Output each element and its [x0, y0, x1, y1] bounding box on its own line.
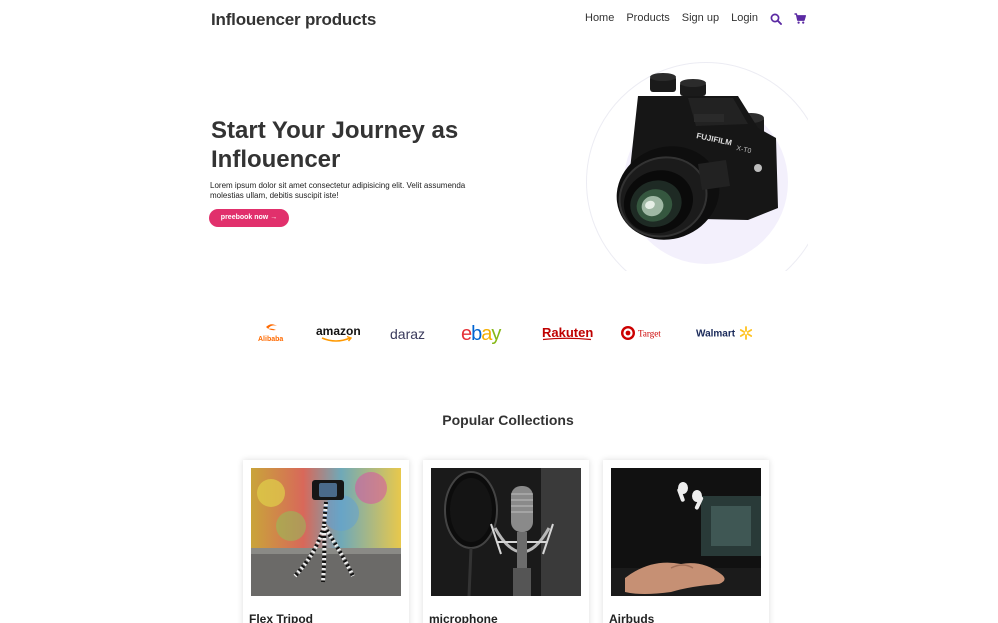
svg-text:ebay: ebay — [461, 323, 501, 345]
svg-text:daraz: daraz — [390, 326, 425, 342]
nav-login-link[interactable]: Login — [731, 12, 758, 24]
hero-title-line1: Start Your Journey as — [211, 117, 459, 144]
airbuds-image — [611, 468, 761, 596]
product-name: Airbuds — [609, 612, 655, 623]
cart-icon[interactable] — [794, 12, 806, 24]
walmart-logo: Walmart — [694, 318, 754, 348]
svg-text:Alibaba: Alibaba — [258, 336, 283, 343]
amazon-logo: amazon — [314, 318, 360, 348]
nav-products-link[interactable]: Products — [626, 12, 669, 24]
camera-image: FUJIFILM X-T0 — [616, 73, 778, 240]
nav-links: Home Products Sign up Login — [573, 12, 806, 25]
product-name: Flex Tripod — [249, 612, 314, 623]
hero-description: Lorem ipsum dolor sit amet consectetur a… — [210, 181, 466, 200]
product-name: microphone — [429, 612, 498, 623]
product-card-flex-tripod[interactable]: Flex Tripod — [243, 460, 409, 623]
flex-tripod-image — [251, 468, 401, 596]
nav-home-link[interactable]: Home — [585, 12, 614, 24]
rakuten-logo: Rakuten — [540, 318, 594, 348]
svg-text:amazon: amazon — [316, 324, 360, 338]
top-navbar: Inflouencer products Home Products Sign … — [0, 0, 998, 40]
daraz-logo: daraz — [388, 318, 434, 348]
alibaba-logo: Alibaba — [256, 318, 292, 348]
microphone-image — [431, 468, 581, 596]
nav-signup-link[interactable]: Sign up — [682, 12, 719, 24]
product-card-airbuds[interactable]: Airbuds — [603, 460, 769, 623]
product-card-microphone[interactable]: microphone — [423, 460, 589, 623]
svg-text:Target: Target — [638, 329, 661, 339]
hero-title-line2: Inflouencer — [211, 146, 341, 173]
partner-logos: Alibaba amazon daraz ebay Rakuten Target… — [250, 318, 760, 348]
svg-text:Walmart: Walmart — [696, 329, 736, 340]
preebook-button[interactable]: preebook now → — [209, 209, 289, 227]
target-logo: Target — [620, 318, 668, 348]
site-logo[interactable]: Inflouencer products — [211, 10, 376, 30]
ebay-logo: ebay — [459, 318, 515, 348]
hero-image-area: FUJIFILM X-T0 — [580, 55, 808, 271]
search-icon[interactable] — [770, 12, 782, 25]
popular-collections-title: Popular Collections — [442, 412, 574, 428]
hero-title: Start Your Journey as Inflouencer — [211, 116, 511, 174]
